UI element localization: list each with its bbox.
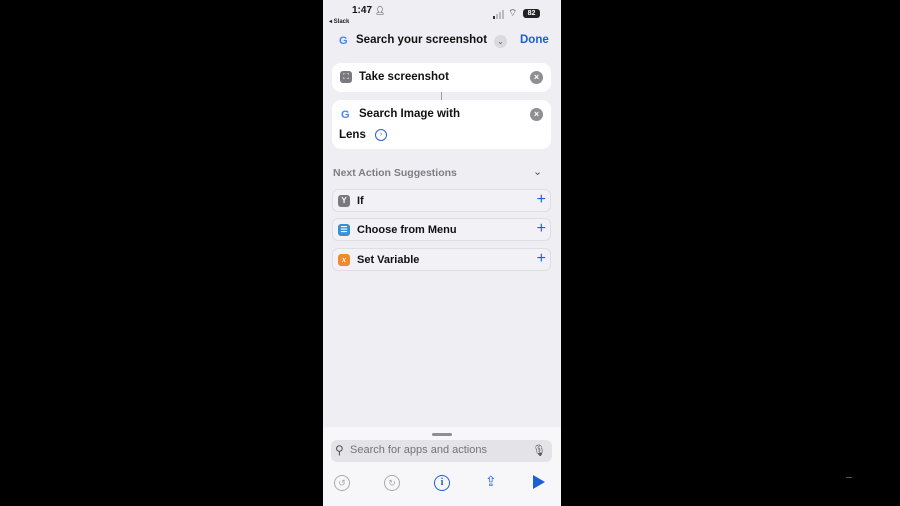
variable-icon: x bbox=[338, 254, 350, 266]
suggestion-label: If bbox=[357, 195, 364, 207]
undo-icon[interactable]: ↺ bbox=[334, 475, 350, 491]
action-search-sheet: ⚲ 🎙︎ ↺ ↻ i ⇪ bbox=[323, 427, 561, 506]
remove-action-icon[interactable]: × bbox=[530, 71, 543, 84]
suggestions-header: Next Action Suggestions bbox=[333, 167, 457, 179]
menu-icon: ☰ bbox=[338, 224, 350, 236]
add-icon[interactable]: + bbox=[537, 250, 546, 268]
bottom-toolbar: ↺ ↻ i ⇪ bbox=[323, 472, 561, 496]
back-to-app-link[interactable]: ◂ Slack bbox=[329, 18, 349, 25]
action-take-screenshot[interactable]: ⛶ Take screenshot × bbox=[332, 63, 551, 92]
person-icon: 👤︎ bbox=[375, 6, 386, 15]
share-icon[interactable]: ⇪ bbox=[485, 473, 497, 490]
if-icon: Y bbox=[338, 195, 350, 207]
phone-screen: 1:47 👤︎ ◂ Slack ⌔ 82 G Search your scree… bbox=[323, 0, 561, 506]
screenshot-icon: ⛶ bbox=[340, 71, 352, 83]
suggestion-choose-from-menu[interactable]: ☰ Choose from Menu + bbox=[332, 218, 551, 241]
add-icon[interactable]: + bbox=[537, 191, 546, 209]
remove-action-icon[interactable]: × bbox=[530, 108, 543, 121]
background-mark bbox=[846, 477, 852, 478]
action-search-image-lens[interactable]: G Search Image with Lens › × bbox=[332, 100, 551, 149]
shortcut-title[interactable]: Search your screenshot bbox=[356, 34, 487, 46]
redo-icon[interactable]: ↻ bbox=[384, 475, 400, 491]
google-icon: G bbox=[341, 109, 350, 121]
suggestion-label: Set Variable bbox=[357, 254, 420, 266]
done-button[interactable]: Done bbox=[520, 34, 549, 46]
chevron-right-circle-icon[interactable]: › bbox=[375, 129, 387, 141]
search-icon: ⚲ bbox=[335, 443, 344, 457]
status-bar: 1:47 👤︎ ◂ Slack ⌔ 82 bbox=[323, 0, 561, 28]
add-icon[interactable]: + bbox=[537, 220, 546, 238]
microphone-icon[interactable]: 🎙︎ bbox=[532, 444, 546, 457]
cellular-signal-icon bbox=[493, 10, 504, 19]
info-icon[interactable]: i bbox=[434, 475, 450, 491]
suggestion-set-variable[interactable]: x Set Variable + bbox=[332, 248, 551, 271]
nav-bar: G Search your screenshot ⌄ Done bbox=[323, 28, 561, 54]
action-label: Take screenshot bbox=[359, 71, 449, 83]
search-bar[interactable]: ⚲ 🎙︎ bbox=[331, 440, 552, 462]
action-connector bbox=[441, 92, 442, 100]
google-icon: G bbox=[339, 35, 348, 47]
suggestion-label: Choose from Menu bbox=[357, 224, 457, 236]
sheet-grabber[interactable] bbox=[432, 433, 452, 436]
status-time: 1:47 bbox=[352, 5, 373, 16]
action-label-continued: Lens bbox=[339, 129, 366, 141]
action-label: Search Image with bbox=[359, 108, 460, 120]
chevron-down-icon[interactable]: ⌄ bbox=[533, 165, 542, 178]
suggestion-if[interactable]: Y If + bbox=[332, 189, 551, 212]
search-input[interactable] bbox=[350, 444, 530, 456]
chevron-down-icon[interactable]: ⌄ bbox=[494, 35, 507, 48]
wifi-icon: ⌔ bbox=[508, 8, 518, 19]
battery-icon: 82 bbox=[523, 9, 540, 18]
play-icon[interactable] bbox=[533, 475, 545, 489]
